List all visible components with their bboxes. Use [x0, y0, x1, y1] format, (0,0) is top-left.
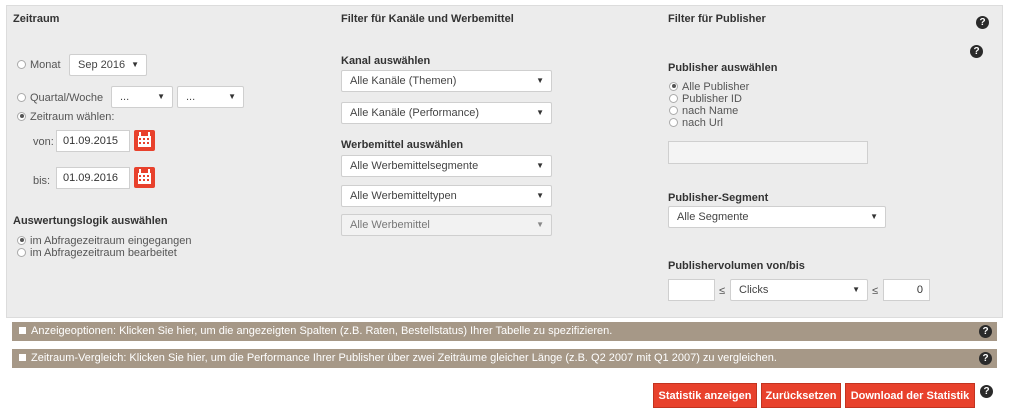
leq-symbol: ≤: [872, 285, 879, 297]
logik-option1-radio[interactable]: [17, 235, 26, 245]
chevron-down-icon: ▼: [536, 161, 544, 170]
zeitraum-label: Zeitraum wählen:: [30, 111, 115, 123]
woche-select[interactable]: ... ▼: [177, 86, 244, 108]
volumen-metric-value: Clicks: [739, 284, 769, 296]
publishervolumen-title: Publishervolumen von/bis: [668, 260, 805, 272]
bis-date-input[interactable]: 01.09.2016: [56, 167, 130, 189]
publisher-segment-value: Alle Segmente: [677, 211, 749, 223]
statistik-anzeigen-button[interactable]: Statistik anzeigen: [653, 383, 757, 408]
von-label: von:: [33, 136, 54, 148]
monat-radio[interactable]: [17, 59, 26, 69]
checkbox-icon[interactable]: [19, 327, 26, 334]
monat-select-value: Sep 2016: [78, 59, 126, 71]
werbemittel-select: Alle Werbemittel ▼: [341, 214, 552, 236]
publisher-radio-alle[interactable]: [669, 81, 678, 91]
publisher-title: Publisher auswählen: [668, 62, 778, 74]
zeitraum-radio-row[interactable]: Zeitraum wählen:: [17, 111, 114, 123]
publisher-segment-select[interactable]: Alle Segmente ▼: [668, 206, 886, 228]
publisher-radio-name[interactable]: [669, 105, 678, 115]
kanal-themen-value: Alle Kanäle (Themen): [350, 75, 457, 87]
werbemittel-typen-value: Alle Werbemitteltypen: [350, 190, 457, 202]
logik-option2-radio[interactable]: [17, 247, 26, 257]
logik-option1-row[interactable]: im Abfragezeitraum eingegangen: [17, 235, 191, 247]
calendar-icon[interactable]: [134, 167, 155, 188]
zeitraum-radio[interactable]: [17, 111, 26, 121]
werbemittel-segmente-value: Alle Werbemittelsegmente: [350, 160, 479, 172]
volumen-from-input[interactable]: [668, 279, 715, 301]
zeitraum-header: Zeitraum: [13, 13, 60, 25]
publisher-help-icon[interactable]: ?: [970, 45, 983, 58]
publisher-option-label: Alle Publisher: [682, 81, 750, 93]
von-date-input[interactable]: 01.09.2015: [56, 130, 130, 152]
anzeigeoptionen-text: Anzeigeoptionen: Klicken Sie hier, um di…: [31, 325, 613, 337]
publisher-option-alle[interactable]: Alle Publisher: [669, 81, 749, 93]
werbemittel-typen-select[interactable]: Alle Werbemitteltypen ▼: [341, 185, 552, 207]
kanal-themen-select[interactable]: Alle Kanäle (Themen) ▼: [341, 70, 552, 92]
publisher-option-url[interactable]: nach Url: [669, 117, 723, 129]
help-icon[interactable]: ?: [979, 352, 992, 365]
logik-option2-row[interactable]: im Abfragezeitraum bearbeitet: [17, 247, 177, 259]
publisher-option-label: nach Name: [682, 105, 739, 117]
calendar-icon[interactable]: [134, 130, 155, 151]
chevron-down-icon: ▼: [536, 191, 544, 200]
quartal-radio[interactable]: [17, 92, 26, 102]
anzeigeoptionen-bar[interactable]: Anzeigeoptionen: Klicken Sie hier, um di…: [12, 322, 997, 341]
chevron-down-icon: ▼: [157, 92, 165, 101]
auswertungslogik-title: Auswertungslogik auswählen: [13, 215, 168, 227]
publisher-search-input[interactable]: [668, 141, 868, 164]
checkbox-icon[interactable]: [19, 354, 26, 361]
monat-label: Monat: [30, 59, 61, 71]
volumen-metric-select[interactable]: Clicks ▼: [730, 279, 868, 301]
download-statistik-button[interactable]: Download der Statistik: [845, 383, 975, 408]
chevron-down-icon: ▼: [536, 108, 544, 117]
monat-radio-row[interactable]: Monat: [17, 59, 61, 71]
publisher-radio-id[interactable]: [669, 93, 678, 103]
help-icon[interactable]: ?: [976, 16, 989, 29]
chevron-down-icon: ▼: [228, 92, 236, 101]
help-icon[interactable]: ?: [979, 325, 992, 338]
zeitraum-vergleich-text: Zeitraum-Vergleich: Klicken Sie hier, um…: [31, 352, 777, 364]
werbemittel-title: Werbemittel auswählen: [341, 139, 464, 151]
filter-kanaele-header: Filter für Kanäle und Werbemittel: [341, 13, 514, 25]
publisher-radio-url[interactable]: [669, 117, 678, 127]
chevron-down-icon: ▼: [131, 60, 139, 69]
publisher-option-label: nach Url: [682, 117, 723, 129]
bis-label: bis:: [33, 175, 51, 187]
filter-publisher-header: Filter für Publisher: [668, 13, 766, 25]
woche-select-value: ...: [186, 91, 196, 103]
logik-option2-label: im Abfragezeitraum bearbeitet: [30, 247, 177, 259]
zuruecksetzen-button[interactable]: Zurücksetzen: [761, 383, 841, 408]
chevron-down-icon: ▼: [536, 76, 544, 85]
volumen-to-input[interactable]: 0: [883, 279, 930, 301]
chevron-down-icon: ▼: [870, 212, 878, 221]
chevron-down-icon: ▼: [536, 220, 544, 229]
publisher-option-label: Publisher ID: [682, 93, 742, 105]
help-icon[interactable]: ?: [980, 385, 993, 398]
logik-option1-label: im Abfragezeitraum eingegangen: [30, 235, 192, 247]
kanal-performance-select[interactable]: Alle Kanäle (Performance) ▼: [341, 102, 552, 124]
zeitraum-vergleich-bar[interactable]: Zeitraum-Vergleich: Klicken Sie hier, um…: [12, 349, 997, 368]
monat-select[interactable]: Sep 2016 ▼: [69, 54, 147, 76]
quartal-radio-row[interactable]: Quartal/Woche: [17, 92, 103, 104]
kanal-title: Kanal auswählen: [341, 55, 431, 67]
publisher-option-id[interactable]: Publisher ID: [669, 93, 742, 105]
kanal-performance-value: Alle Kanäle (Performance): [350, 107, 480, 119]
chevron-down-icon: ▼: [852, 285, 860, 294]
publisher-segment-title: Publisher-Segment: [668, 192, 769, 204]
quartal-select[interactable]: ... ▼: [111, 86, 173, 108]
werbemittel-value: Alle Werbemittel: [350, 219, 430, 231]
quartal-select-value: ...: [120, 91, 130, 103]
werbemittel-segmente-select[interactable]: Alle Werbemittelsegmente ▼: [341, 155, 552, 177]
publisher-option-name[interactable]: nach Name: [669, 105, 738, 117]
leq-symbol: ≤: [719, 285, 726, 297]
quartal-label: Quartal/Woche: [30, 92, 104, 104]
